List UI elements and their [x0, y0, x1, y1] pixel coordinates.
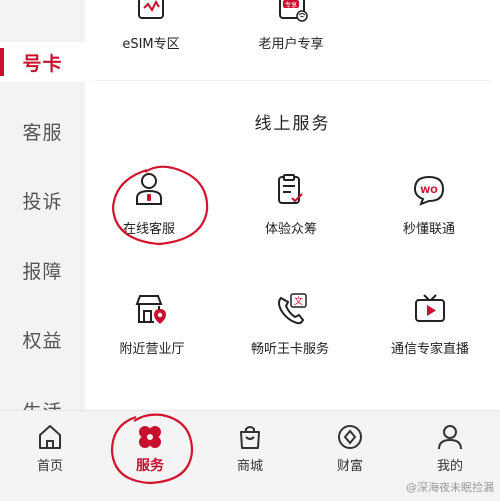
sidebar-item-label: 生活 — [22, 397, 62, 411]
bottom-nav: 首页 服务 商城 财富 我的 @深海夜未眠捡漏 — [0, 410, 500, 501]
sidebar-item-haoka[interactable]: 号卡 — [0, 42, 85, 82]
home-icon — [39, 425, 61, 449]
service-label: 通信专家直播 — [390, 342, 469, 357]
active-indicator — [0, 48, 4, 76]
live-tv-icon — [415, 294, 445, 322]
sidebar-item-label: 报障 — [22, 260, 63, 283]
sidebar-item-label: 号卡 — [22, 52, 63, 75]
sidebar-item-baozhang[interactable]: 报障 — [0, 250, 85, 290]
wealth-coin-icon — [338, 425, 362, 449]
nav-label: 我的 — [436, 459, 463, 474]
nav-service[interactable]: 服务 — [100, 411, 200, 501]
esim-card-icon — [138, 0, 164, 19]
nav-home[interactable]: 首页 — [0, 411, 100, 501]
sidebar-item-label: 权益 — [22, 329, 63, 352]
section-title: 线上服务 — [254, 114, 331, 134]
service-label: 老用户专享 — [258, 37, 324, 52]
sidebar-item-label: 投诉 — [22, 190, 63, 213]
nav-label: 首页 — [36, 459, 63, 474]
service-label: 在线客服 — [122, 222, 175, 237]
service-label: 畅听王卡服务 — [250, 342, 329, 357]
wo-badge: WO — [420, 186, 438, 196]
sidebar: 号卡 客服 投诉 报障 权益 生活 — [0, 0, 85, 410]
sidebar-item-label: 客服 — [22, 121, 63, 144]
chat-bubble-icon: WO — [413, 175, 445, 206]
service-label: 体验众筹 — [264, 222, 317, 237]
phone-service-icon: 文 — [278, 293, 307, 325]
shopping-bag-icon — [240, 426, 260, 449]
sidebar-item-tousu[interactable]: 投诉 — [0, 180, 85, 220]
exclusive-badge: 专享 — [285, 1, 297, 9]
service-label: eSIM专区 — [122, 37, 180, 52]
customer-service-icon — [136, 173, 162, 205]
nav-mall[interactable]: 商城 — [200, 411, 300, 501]
sidebar-item-quanyi[interactable]: 权益 — [0, 319, 85, 359]
profile-icon — [438, 425, 462, 450]
service-petal-icon — [139, 426, 161, 448]
nav-label: 财富 — [336, 459, 363, 474]
store-location-icon — [135, 295, 166, 324]
section-divider — [95, 80, 490, 81]
exclusive-offer-icon: 专享 — [279, 0, 308, 22]
nav-wealth[interactable]: 财富 — [300, 411, 400, 501]
service-label: 秒懂联通 — [402, 222, 455, 237]
main-content: eSIM专区 专享 老用户专享 线上服务 在线客服 体验众筹 WO 秒懂联通 附… — [85, 0, 500, 410]
watermark: @深海夜未眠捡漏 — [406, 481, 494, 494]
service-label: 附近营业厅 — [119, 342, 185, 357]
sidebar-item-kefu[interactable]: 客服 — [0, 111, 85, 151]
sidebar-item-shenghuo[interactable]: 生活 — [0, 390, 85, 411]
wen-badge: 文 — [294, 295, 303, 307]
nav-label: 商城 — [236, 459, 263, 474]
clipboard-check-icon — [278, 174, 303, 204]
nav-label: 服务 — [136, 458, 164, 474]
